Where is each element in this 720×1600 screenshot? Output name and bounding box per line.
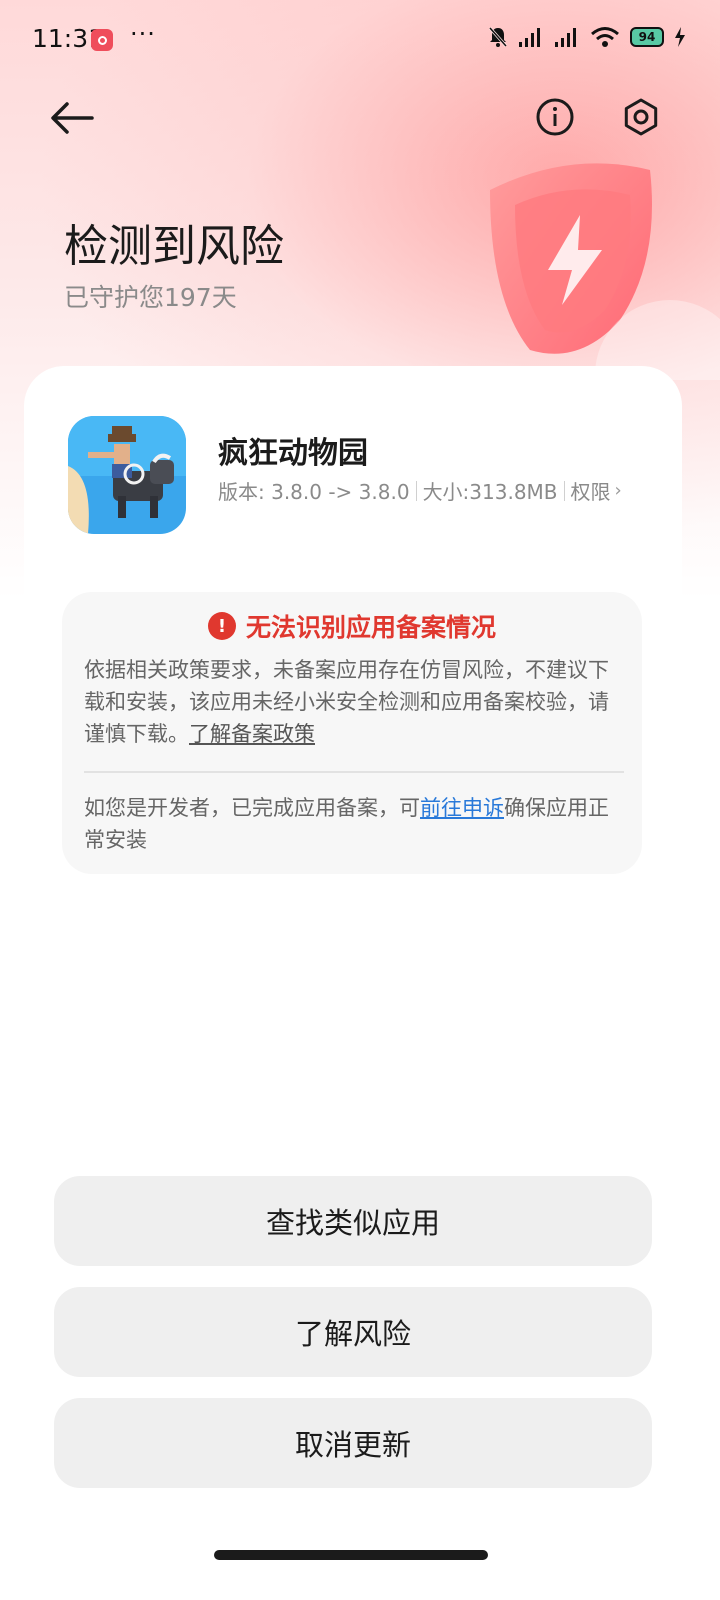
system-icons: 94 (488, 26, 686, 48)
developer-note-prefix: 如您是开发者，已完成应用备案，可 (84, 796, 420, 820)
settings-button[interactable] (616, 92, 666, 142)
notice-header: ! 无法识别应用备案情况 (62, 608, 642, 644)
risk-notice: ! 无法识别应用备案情况 依据相关政策要求，未备案应用存在仿冒风险，不建议下载和… (62, 592, 642, 874)
learn-risk-button[interactable]: 了解风险 (54, 1287, 652, 1377)
notice-body-text: 依据相关政策要求，未备案应用存在仿冒风险，不建议下载和安装，该应用未经小米安全检… (84, 658, 609, 746)
meta-divider (563, 480, 565, 501)
info-button[interactable] (530, 92, 580, 142)
warning-icon: ! (207, 612, 236, 640)
app-name: 疯狂动物园 (218, 436, 368, 471)
policy-link[interactable]: 了解备案政策 (189, 722, 315, 746)
charging-icon (675, 27, 685, 47)
notice-divider (84, 771, 624, 773)
signal-icon-2 (555, 28, 576, 47)
status-bar: 11:31 ··· 94 (0, 0, 720, 80)
back-button[interactable] (44, 92, 100, 144)
back-arrow-icon (51, 102, 94, 134)
appeal-link[interactable]: 前往申诉 (420, 796, 504, 820)
find-similar-apps-button[interactable]: 查找类似应用 (54, 1176, 652, 1266)
game-icon (68, 416, 186, 534)
battery-icon: 94 (630, 27, 664, 47)
shield-illustration (490, 163, 720, 380)
notice-title: 无法识别应用备案情况 (245, 613, 496, 642)
meta-divider (415, 480, 417, 501)
gear-icon (624, 98, 658, 136)
notice-body: 依据相关政策要求，未备案应用存在仿冒风险，不建议下载和安装，该应用未经小米安全检… (84, 654, 624, 750)
permissions-link[interactable]: 权限 (571, 476, 611, 505)
mute-bell-icon (488, 27, 508, 47)
developer-note: 如您是开发者，已完成应用备案，可前往申诉确保应用正常安装 (84, 792, 624, 856)
chevron-right-icon: › (614, 480, 622, 501)
app-version: 版本: 3.8.0 -> 3.8.0 (218, 480, 410, 504)
more-notifications-icon: ··· (130, 20, 156, 48)
app-icon (68, 416, 186, 534)
home-indicator[interactable] (214, 1550, 488, 1560)
page-title: 检测到风险 (64, 221, 284, 272)
screen-record-icon (91, 29, 113, 51)
app-meta: 版本: 3.8.0 -> 3.8.0 大小:313.8MB 权限 › (218, 476, 622, 505)
protection-days: 已守护您197天 (64, 283, 237, 312)
app-size: 大小:313.8MB (422, 480, 558, 504)
info-icon (536, 98, 574, 136)
cancel-update-button[interactable]: 取消更新 (54, 1398, 652, 1488)
wifi-icon (591, 27, 619, 47)
signal-icon-1 (519, 28, 540, 47)
